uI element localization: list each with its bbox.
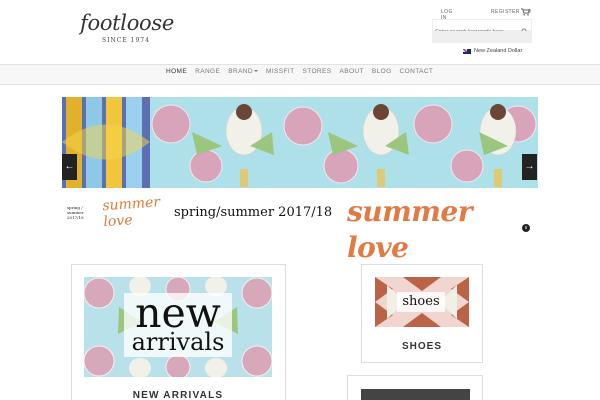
main-nav-bar: HOME RANGE BRAND MISSFIT STORES ABOUT BL… [0, 64, 600, 85]
new-arrivals-title-line2: arrivals [131, 328, 225, 356]
nav-item-home[interactable]: HOME [166, 68, 187, 75]
main-nav: HOME RANGE BRAND MISSFIT STORES ABOUT BL… [166, 68, 441, 75]
new-arrivals-label[interactable]: NEW ARRIVALS [84, 390, 272, 400]
summer-love-caption: summer love [347, 195, 472, 264]
arrow-right-icon: → [524, 161, 535, 172]
nav-item-about[interactable]: ABOUT [339, 68, 363, 75]
hero-slider-image[interactable] [62, 97, 538, 188]
third-product-image[interactable] [361, 389, 470, 400]
logo-since: SINCE 1974 [102, 37, 150, 44]
mini-script-caption: summer love [101, 194, 161, 231]
new-arrivals-image[interactable]: new arrivals [84, 277, 272, 377]
shoes-title: shoes [397, 292, 445, 312]
search-shade [432, 31, 532, 43]
logo-wordmark: footloose [80, 11, 175, 35]
nav-item-blog[interactable]: BLOG [372, 68, 392, 75]
nav-item-missfit[interactable]: MISSFIT [266, 68, 294, 75]
logo[interactable]: footloose SINCE 1974 [80, 11, 175, 52]
cart-count: 0 [528, 9, 532, 15]
caret-down-icon [254, 70, 258, 73]
pause-icon: II [524, 225, 528, 230]
nav-item-brand[interactable]: BRAND [228, 68, 258, 75]
nav-item-range[interactable]: RANGE [195, 68, 220, 75]
currency-selector[interactable]: New Zealand Dollar [463, 47, 522, 55]
search-box [432, 19, 532, 37]
mini-caption: spring / summer 2017/18 [67, 205, 84, 220]
slider-next-button[interactable]: → [522, 154, 537, 180]
slider-prev-button[interactable]: ← [62, 154, 77, 180]
currency-label: New Zealand Dollar [474, 48, 523, 54]
nav-item-brand-label: BRAND [228, 68, 253, 75]
shoes-image[interactable]: shoes [375, 277, 469, 327]
season-caption: spring/summer 2017/18 [174, 205, 333, 220]
register-link[interactable]: REGISTER [491, 9, 520, 15]
slider-pause-button[interactable]: II [522, 224, 530, 232]
nz-flag-icon [463, 48, 471, 54]
nav-item-stores[interactable]: STORES [302, 68, 331, 75]
nav-item-contact[interactable]: CONTACT [400, 68, 434, 75]
arrow-left-icon: ← [64, 161, 75, 172]
search-icon[interactable] [521, 22, 528, 35]
shoes-label[interactable]: SHOES [375, 341, 469, 352]
